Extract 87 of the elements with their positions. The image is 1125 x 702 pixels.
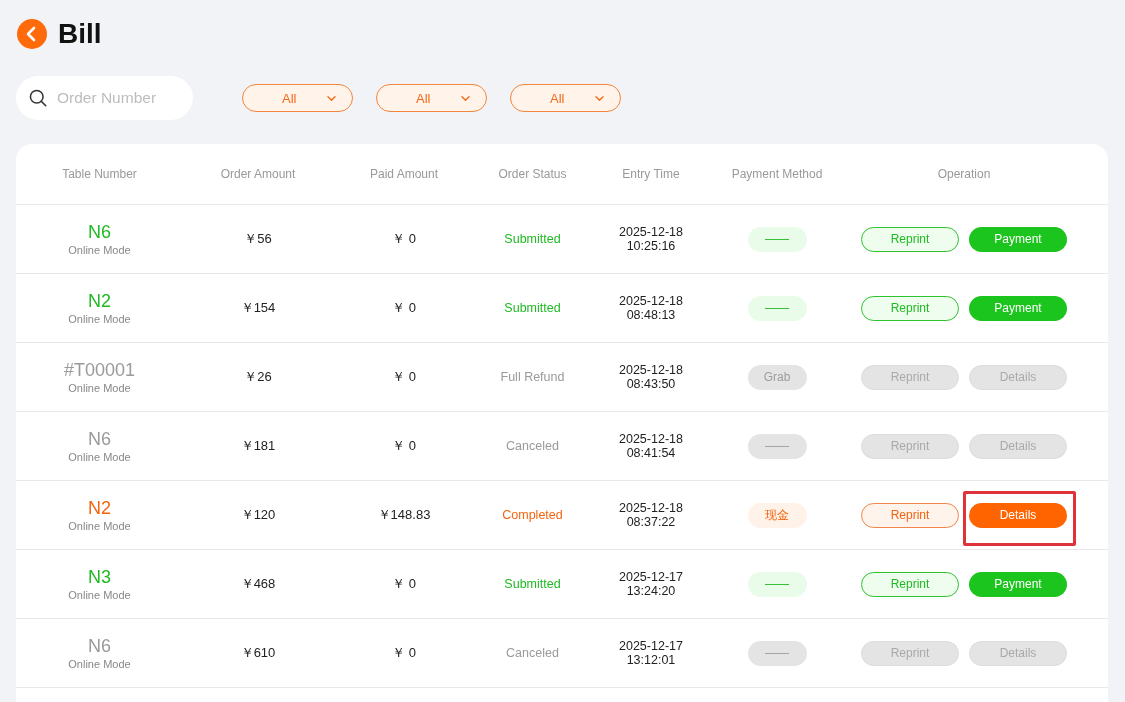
order-status: Submitted bbox=[504, 577, 561, 591]
chevron-down-icon bbox=[327, 95, 336, 101]
order-mode: Online Mode bbox=[68, 311, 131, 326]
table-number: N3 bbox=[88, 566, 111, 588]
filter-dropdown[interactable]: All bbox=[376, 84, 487, 112]
order-amount: ￥120 bbox=[240, 506, 276, 524]
table-number: N6 bbox=[88, 428, 111, 450]
back-icon[interactable] bbox=[17, 19, 47, 49]
order-amount: ￥56 bbox=[244, 230, 272, 248]
operation-button[interactable]: Details bbox=[969, 502, 1067, 528]
payment-method-tag: —— bbox=[747, 571, 807, 597]
search-field[interactable]: Order Number bbox=[16, 76, 193, 120]
operation-button[interactable]: Details bbox=[969, 433, 1067, 459]
entry-date: 2025-12-18 bbox=[619, 432, 683, 446]
table-number: N6 bbox=[88, 221, 111, 243]
entry-time: 10:25:16 bbox=[626, 239, 676, 253]
column-header: Paid Amount bbox=[369, 167, 438, 181]
operation-button[interactable]: Details bbox=[969, 364, 1067, 390]
entry-date: 2025-12-18 bbox=[619, 363, 683, 377]
column-header: Order Amount bbox=[220, 167, 296, 181]
paid-amount: ￥ 0 bbox=[392, 644, 416, 662]
column-header: Order Status bbox=[498, 167, 567, 181]
column-header: Payment Method bbox=[731, 167, 823, 181]
order-mode: Online Mode bbox=[68, 449, 131, 464]
order-mode: Online Mode bbox=[68, 380, 131, 395]
table-number: N2 bbox=[88, 497, 111, 519]
payment-method-tag: —— bbox=[747, 433, 807, 459]
operation-button[interactable]: Details bbox=[969, 640, 1067, 666]
order-status: Completed bbox=[502, 508, 563, 522]
operation-button[interactable]: Reprint bbox=[861, 295, 959, 321]
paid-amount: ￥ 0 bbox=[392, 299, 416, 317]
column-header: Operation bbox=[937, 167, 991, 181]
operation-button[interactable]: Payment bbox=[969, 571, 1067, 597]
entry-time: 13:12:01 bbox=[626, 653, 676, 667]
operation-button[interactable]: Reprint bbox=[861, 571, 959, 597]
operation-button[interactable]: Reprint bbox=[861, 502, 959, 528]
order-amount: ￥154 bbox=[240, 299, 276, 317]
operation-button[interactable]: Reprint bbox=[861, 226, 959, 252]
order-mode: Online Mode bbox=[68, 242, 131, 257]
order-amount: ￥468 bbox=[240, 575, 276, 593]
entry-date: 2025-12-18 bbox=[619, 501, 683, 515]
payment-method-tag: —— bbox=[747, 226, 807, 252]
chevron-down-icon bbox=[461, 95, 470, 101]
paid-amount: ￥ 0 bbox=[392, 230, 416, 248]
payment-method-tag: Grab bbox=[747, 364, 807, 390]
table-number: #T00001 bbox=[63, 359, 136, 381]
order-amount: ￥26 bbox=[244, 368, 272, 386]
entry-date: 2025-12-18 bbox=[619, 294, 683, 308]
order-status: Submitted bbox=[504, 301, 561, 315]
column-header: Entry Time bbox=[622, 167, 680, 181]
payment-method-tag: —— bbox=[747, 640, 807, 666]
payment-method-tag: —— bbox=[747, 295, 807, 321]
entry-date: 2025-12-17 bbox=[619, 570, 683, 584]
order-status: Submitted bbox=[504, 232, 561, 246]
paid-amount: ￥148.83 bbox=[377, 506, 431, 524]
order-status: Canceled bbox=[506, 646, 559, 660]
chevron-down-icon bbox=[595, 95, 604, 101]
column-header: Table Number bbox=[62, 167, 137, 181]
order-status: Canceled bbox=[506, 439, 559, 453]
operation-button[interactable]: Payment bbox=[969, 295, 1067, 321]
entry-time: 08:41:54 bbox=[626, 446, 676, 460]
paid-amount: ￥ 0 bbox=[392, 575, 416, 593]
order-amount: ￥610 bbox=[240, 644, 276, 662]
filter-dropdown[interactable]: All bbox=[510, 84, 621, 112]
table-number: N2 bbox=[88, 290, 111, 312]
order-status: Full Refund bbox=[500, 370, 565, 384]
order-mode: Online Mode bbox=[68, 587, 131, 602]
order-amount: ￥181 bbox=[240, 437, 276, 455]
entry-time: 08:37:22 bbox=[626, 515, 676, 529]
filter-dropdown[interactable]: All bbox=[242, 84, 353, 112]
paid-amount: ￥ 0 bbox=[392, 437, 416, 455]
page-title: Bill bbox=[58, 19, 102, 49]
entry-time: 13:24:20 bbox=[626, 584, 676, 598]
entry-date: 2025-12-18 bbox=[619, 225, 683, 239]
table-number: N6 bbox=[88, 635, 111, 657]
operation-button[interactable]: Reprint bbox=[861, 364, 959, 390]
order-mode: Online Mode bbox=[68, 518, 131, 533]
entry-time: 08:43:50 bbox=[626, 377, 676, 391]
payment-method-tag: 现金 bbox=[747, 502, 807, 528]
order-mode: Online Mode bbox=[68, 656, 131, 671]
entry-date: 2025-12-17 bbox=[619, 639, 683, 653]
operation-button[interactable]: Reprint bbox=[861, 640, 959, 666]
operation-button[interactable]: Reprint bbox=[861, 433, 959, 459]
operation-button[interactable]: Payment bbox=[969, 226, 1067, 252]
entry-time: 08:48:13 bbox=[626, 308, 676, 322]
paid-amount: ￥ 0 bbox=[392, 368, 416, 386]
search-icon bbox=[29, 89, 47, 107]
